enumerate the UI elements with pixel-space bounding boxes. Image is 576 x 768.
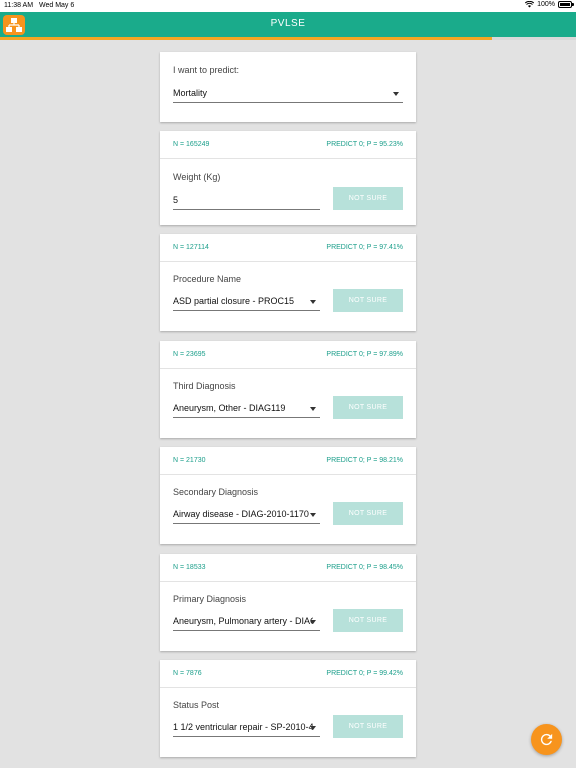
sample-count: N = 7876: [173, 670, 202, 677]
variable-card-secondary-diagnosis: N = 21730 PREDICT 0; P = 98.21% Secondar…: [160, 447, 416, 544]
sample-count: N = 127114: [173, 244, 209, 251]
prediction-stat: PREDICT 0; P = 97.41%: [326, 244, 403, 251]
status-right: 100%: [525, 1, 574, 8]
card-stats: N = 18533 PREDICT 0; P = 98.45%: [160, 554, 416, 582]
third-diagnosis-select[interactable]: Aneurysm, Other - DIAG119: [173, 398, 320, 418]
sample-count: N = 18533: [173, 564, 206, 571]
field-label: Primary Diagnosis: [173, 594, 247, 604]
refresh-icon: [540, 733, 553, 746]
app-bar: PVLSE: [0, 12, 576, 37]
prediction-stat: PREDICT 0; P = 97.89%: [326, 351, 403, 358]
not-sure-button[interactable]: NOT SURE: [333, 502, 403, 525]
not-sure-button[interactable]: NOT SURE: [333, 289, 403, 312]
status-date: Wed May 6: [39, 2, 75, 9]
sample-count: N = 165249: [173, 141, 210, 148]
procedure-select[interactable]: ASD partial closure - PROC15: [173, 291, 320, 311]
variable-card-status-post: N = 7876 PREDICT 0; P = 99.42% Status Po…: [160, 660, 416, 757]
card-stats: N = 21730 PREDICT 0; P = 98.21%: [160, 447, 416, 475]
progress-fill: [0, 37, 493, 40]
prediction-stat: PREDICT 0; P = 99.42%: [326, 670, 403, 677]
battery-percent: 100%: [537, 1, 555, 8]
primary-diagnosis-select[interactable]: Aneurysm, Pulmonary artery - DIAG: [173, 611, 320, 631]
field-label: Third Diagnosis: [173, 381, 236, 391]
prediction-stat: PREDICT 0; P = 98.21%: [326, 457, 403, 464]
progress-bar: [0, 37, 576, 40]
weight-input[interactable]: 5: [173, 190, 320, 210]
chevron-down-icon: [393, 92, 399, 96]
not-sure-button[interactable]: NOT SURE: [333, 715, 403, 738]
field-label: Secondary Diagnosis: [173, 487, 259, 497]
card-stats: N = 7876 PREDICT 0; P = 99.42%: [160, 660, 416, 688]
card-stats: N = 23695 PREDICT 0; P = 97.89%: [160, 341, 416, 369]
chevron-down-icon: [310, 407, 316, 411]
variable-card-third-diagnosis: N = 23695 PREDICT 0; P = 97.89% Third Di…: [160, 341, 416, 438]
app-title: PVLSE: [270, 18, 306, 29]
chevron-down-icon: [310, 726, 316, 730]
variable-card-procedure: N = 127114 PREDICT 0; P = 97.41% Procedu…: [160, 234, 416, 331]
prediction-stat: PREDICT 0; P = 95.23%: [326, 141, 403, 148]
not-sure-button[interactable]: NOT SURE: [333, 396, 403, 419]
predict-target-card: I want to predict: Mortality: [160, 52, 416, 122]
chevron-down-icon: [310, 513, 316, 517]
field-label: Procedure Name: [173, 274, 242, 284]
card-stats: N = 127114 PREDICT 0; P = 97.41%: [160, 234, 416, 262]
variable-card-primary-diagnosis: N = 18533 PREDICT 0; P = 98.45% Primary …: [160, 554, 416, 651]
field-value: ASD partial closure - PROC15: [173, 296, 295, 306]
field-value: 5: [173, 195, 179, 205]
wifi-icon: [525, 1, 535, 8]
field-value: Airway disease - DIAG-2010-1170: [173, 509, 309, 519]
predict-select[interactable]: Mortality: [173, 83, 403, 103]
field-label: Weight (Kg): [173, 172, 221, 182]
not-sure-button[interactable]: NOT SURE: [333, 187, 403, 210]
variable-card-weight: N = 165249 PREDICT 0; P = 95.23% Weight …: [160, 131, 416, 225]
refresh-button[interactable]: [531, 724, 562, 755]
card-stats: N = 165249 PREDICT 0; P = 95.23%: [160, 131, 416, 159]
battery-icon: [558, 1, 574, 8]
secondary-diagnosis-select[interactable]: Airway disease - DIAG-2010-1170: [173, 504, 320, 524]
prediction-stat: PREDICT 0; P = 98.45%: [326, 564, 403, 571]
chevron-down-icon: [310, 300, 316, 304]
predict-value: Mortality: [173, 88, 208, 98]
sample-count: N = 21730: [173, 457, 206, 464]
predict-label: I want to predict:: [173, 65, 240, 75]
status-time: 11:38 AM: [4, 2, 34, 9]
status-post-select[interactable]: 1 1/2 ventricular repair - SP-2010-45: [173, 717, 320, 737]
status-bar: 11:38 AM Wed May 6 100%: [0, 0, 576, 12]
field-value: 1 1/2 ventricular repair - SP-2010-45: [173, 722, 313, 732]
chevron-down-icon: [310, 620, 316, 624]
sample-count: N = 23695: [173, 351, 206, 358]
field-value: Aneurysm, Other - DIAG119: [173, 403, 286, 413]
not-sure-button[interactable]: NOT SURE: [333, 609, 403, 632]
field-value: Aneurysm, Pulmonary artery - DIAG: [173, 616, 313, 626]
field-label: Status Post: [173, 700, 220, 710]
